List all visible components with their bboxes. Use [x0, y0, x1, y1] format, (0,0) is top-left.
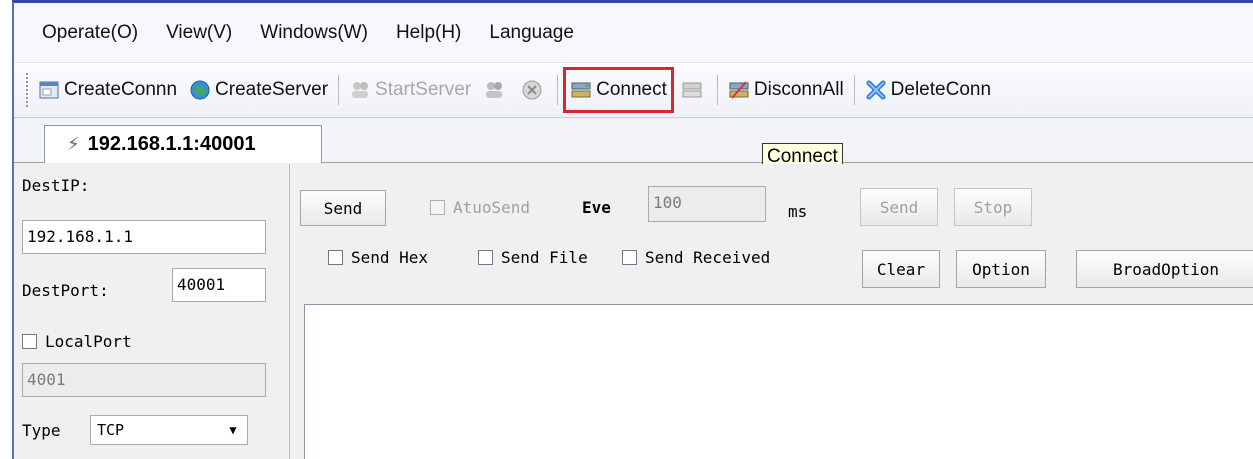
send-file-check-box[interactable] — [478, 250, 493, 265]
type-label: Type — [22, 421, 61, 440]
send-received-label: Send Received — [645, 248, 771, 267]
toolbar-separator — [716, 75, 718, 105]
cancel-icon — [522, 80, 542, 100]
create-server-label: CreateServer — [215, 79, 329, 100]
dest-ip-label: DestIP: — [22, 176, 90, 195]
auto-send-label: AtuoSend — [453, 198, 531, 217]
tab-connection[interactable]: ⚡ 192.168.1.1:40001 — [44, 125, 322, 163]
send-timer-button[interactable]: Send — [860, 188, 938, 226]
toolbar-separator — [853, 75, 855, 105]
interval-field[interactable]: 100 — [648, 186, 766, 222]
start-server-button[interactable]: StartServer — [347, 70, 473, 110]
create-conn-label: CreateConnn — [64, 79, 178, 100]
data-panel: Send AtuoSend Eve 100 ms Send Stop Send … — [292, 164, 1253, 459]
clear-button[interactable]: Clear — [862, 250, 940, 288]
disconn-all-label: DisconnAll — [753, 79, 844, 100]
stop-button[interactable]: Stop — [954, 188, 1032, 226]
dest-port-field[interactable]: 40001 — [172, 268, 266, 302]
delete-conn-label: DeleteConn — [890, 79, 992, 100]
network-disconnect-icon — [682, 82, 702, 98]
toolbar: CreateConnn CreateServer StartServer Con… — [14, 63, 1253, 118]
send-hex-label: Send Hex — [351, 248, 429, 267]
menu-language[interactable]: Language — [489, 22, 574, 44]
connection-settings-panel: DestIP: 192.168.1.1 DestPort: 40001 Loca… — [14, 164, 290, 459]
auto-send-checkbox[interactable]: AtuoSend — [430, 198, 530, 217]
create-server-button[interactable]: CreateServer — [187, 70, 330, 110]
dest-port-label: DestPort: — [22, 281, 109, 300]
server-users-button[interactable] — [481, 70, 511, 110]
start-server-label: StartServer — [375, 79, 472, 100]
dest-ip-field[interactable]: 192.168.1.1 — [22, 220, 266, 254]
globe-icon — [190, 80, 210, 100]
send-received-check-box[interactable] — [622, 250, 637, 265]
menu-bar: Operate(O) View(V) Windows(W) Help(H) La… — [14, 3, 1253, 63]
option-button[interactable]: Option — [956, 250, 1046, 288]
local-port-label: LocalPort — [45, 332, 132, 351]
connect-button[interactable]: Connect — [563, 67, 674, 113]
receive-textarea[interactable] — [304, 304, 1253, 459]
type-select-value: TCP — [97, 421, 125, 439]
send-file-label: Send File — [501, 248, 588, 267]
network-connect-icon — [571, 82, 591, 98]
toolbar-grip[interactable] — [26, 73, 30, 107]
local-port-check-box[interactable] — [22, 334, 37, 349]
every-label: Eve — [582, 198, 611, 217]
send-hex-check-box[interactable] — [328, 250, 343, 265]
send-button[interactable]: Send — [300, 190, 386, 226]
menu-windows[interactable]: Windows(W) — [260, 22, 368, 44]
connect-label: Connect — [596, 79, 667, 100]
connection-icon: ⚡ — [67, 134, 80, 154]
local-port-field[interactable]: 4001 — [22, 363, 266, 397]
send-hex-checkbox[interactable]: Send Hex — [328, 248, 428, 267]
auto-send-check-box[interactable] — [430, 200, 445, 215]
stop-server-button[interactable] — [519, 70, 549, 110]
new-window-icon — [39, 81, 59, 99]
menu-help[interactable]: Help(H) — [396, 22, 461, 44]
tab-strip: ⚡ 192.168.1.1:40001 — [14, 119, 1253, 163]
menu-view[interactable]: View(V) — [166, 22, 232, 44]
users-icon — [486, 82, 503, 98]
disconnect-button[interactable] — [679, 70, 709, 110]
tab-connection-label: 192.168.1.1:40001 — [87, 133, 256, 155]
app-window: Operate(O) View(V) Windows(W) Help(H) La… — [12, 0, 1253, 459]
send-file-checkbox[interactable]: Send File — [478, 248, 588, 267]
send-received-checkbox[interactable]: Send Received — [622, 248, 770, 267]
ms-label: ms — [788, 202, 808, 221]
local-port-checkbox[interactable]: LocalPort — [22, 332, 132, 351]
create-conn-button[interactable]: CreateConnn — [36, 70, 179, 110]
network-disconnect-all-icon — [729, 81, 749, 99]
delete-icon — [866, 80, 886, 100]
delete-conn-button[interactable]: DeleteConn — [863, 70, 993, 110]
toolbar-separator — [557, 75, 559, 105]
disconn-all-button[interactable]: DisconnAll — [726, 70, 846, 110]
chevron-down-icon[interactable]: ▼ — [223, 420, 243, 440]
broad-option-button[interactable]: BroadOption — [1076, 250, 1253, 288]
toolbar-separator — [338, 75, 340, 105]
users-icon — [352, 82, 369, 98]
menu-operate[interactable]: Operate(O) — [42, 22, 138, 44]
type-select[interactable]: TCP ▼ — [90, 415, 248, 445]
